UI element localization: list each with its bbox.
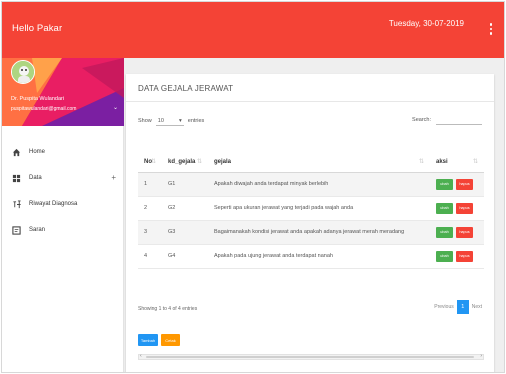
edit-button[interactable]: ubah [436,226,453,238]
sort-icon[interactable]: ⇅ [419,158,424,165]
cell-no: 2 [138,196,162,221]
user-profile-panel: Dr. Puspita Wulandari puspitawulandari@g… [2,58,124,126]
expand-plus-icon[interactable]: + [111,173,116,182]
user-name: Dr. Puspita Wulandari [11,96,65,102]
user-email: puspitawulandari@gmail.com [11,106,77,112]
grid-icon [11,173,22,183]
sidebar-item-data[interactable]: Data + [2,165,124,191]
app-brand[interactable]: Hello Pakar [12,23,62,34]
cell-kd-gejala: G3 [162,220,208,245]
cell-aksi: ubah hapus [430,172,484,197]
more-vert-icon[interactable] [486,21,496,39]
table-info: Showing 1 to 4 of 4 entries [138,306,198,312]
table-row: 1 G1 Apakah diwajah anda terdapat minyak… [138,172,484,197]
cell-gejala: Bagaimanakah kondisi jerawat anda apakah… [208,220,430,245]
delete-button[interactable]: hapus [456,178,473,190]
search-control: Search: [412,114,482,125]
table-row: 3 G3 Bagaimanakah kondisi jerawat anda a… [138,220,484,245]
cell-gejala: Seperti apa ukuran jerawat yang terjadi … [208,196,430,221]
sidebar: Dr. Puspita Wulandari puspitawulandari@g… [2,58,124,372]
sidebar-item-home[interactable]: Home [2,139,124,165]
scroll-left-icon[interactable]: ‹ [140,353,142,359]
top-navbar: Hello Pakar Tuesday, 30-07-2019 [2,2,504,58]
column-header-no[interactable]: No ⇅ [138,152,162,173]
current-date: Tuesday, 30-07-2019 [388,19,464,28]
card-title: DATA GEJALA JERAWAT [138,84,234,93]
scrollbar-thumb[interactable] [146,356,474,358]
delete-button[interactable]: hapus [456,202,473,214]
sort-icon[interactable]: ⇅ [197,158,202,165]
edit-button[interactable]: ubah [436,202,453,214]
data-card: DATA GEJALA JERAWAT Show 10 ▾ entries Se… [126,74,494,372]
dropdown-arrow-icon: ▾ [179,117,182,124]
cell-kd-gejala: G1 [162,172,208,197]
column-header-gejala[interactable]: gejala ⇅ [208,152,430,173]
edit-button[interactable]: ubah [436,250,453,262]
sidebar-menu: Home Data + Riwayat Diagnosa Saran [2,139,124,243]
cell-gejala: Apakah diwajah anda terdapat minyak berl… [208,172,430,197]
table-header-row: No ⇅ kd_gejala ⇅ gejala ⇅ aksi ⇅ [138,152,484,173]
page-1-button[interactable]: 1 [456,300,469,314]
entries-control: Show 10 ▾ entries [138,116,204,126]
sort-icon[interactable]: ⇅ [151,158,156,165]
entries-select[interactable]: 10 ▾ [155,116,184,126]
sidebar-item-label: Riwayat Diagnosa [29,201,78,207]
cell-kd-gejala: G4 [162,244,208,269]
avatar[interactable] [11,60,35,84]
sidebar-item-label: Saran [29,227,46,233]
previous-page-link[interactable]: Previous [434,304,453,310]
gejala-table: No ⇅ kd_gejala ⇅ gejala ⇅ aksi ⇅ 1 G1 Apakah… [138,152,484,269]
sidebar-item-riwayat-diagnosa[interactable]: Riwayat Diagnosa [2,191,124,217]
cell-no: 3 [138,220,162,245]
message-icon [11,225,22,235]
cell-no: 1 [138,172,162,197]
sidebar-item-saran[interactable]: Saran [2,217,124,243]
sort-icon[interactable]: ⇅ [473,158,478,165]
cell-aksi: ubah hapus [430,220,484,245]
history-icon [11,199,22,209]
table-row: 2 G2 Seperti apa ukuran jerawat yang ter… [138,196,484,221]
edit-button[interactable]: ubah [436,178,453,190]
divider [126,101,494,102]
sidebar-item-label: Data [29,175,42,181]
print-button[interactable]: Cetak [161,334,180,346]
search-label: Search: [412,116,431,123]
chevron-down-icon[interactable]: ⌄ [113,104,118,111]
delete-button[interactable]: hapus [456,226,473,238]
search-input[interactable] [436,114,482,125]
table-row: 4 G4 Apakah pada ujung jerawat anda terd… [138,244,484,269]
delete-button[interactable]: hapus [456,250,473,262]
app-window: Hello Pakar Tuesday, 30-07-2019 Dr. Pusp… [1,1,505,373]
cell-aksi: ubah hapus [430,244,484,269]
cell-gejala: Apakah pada ujung jerawat anda terdapat … [208,244,430,269]
show-label: Show [138,118,152,124]
horizontal-scrollbar[interactable]: ‹ › [138,353,484,360]
cell-aksi: ubah hapus [430,196,484,221]
next-page-link[interactable]: Next [472,304,482,310]
entries-value: 10 [157,117,164,124]
entries-label: entries [187,118,205,124]
cell-no: 4 [138,244,162,269]
column-header-kd-gejala[interactable]: kd_gejala ⇅ [162,152,208,173]
column-header-aksi[interactable]: aksi ⇅ [430,152,484,173]
action-buttons: Tambah Cetak [138,334,180,346]
add-button[interactable]: Tambah [138,334,158,346]
pagination: Previous 1 Next [434,300,482,314]
sidebar-item-label: Home [29,149,46,155]
home-icon [11,147,22,157]
cell-kd-gejala: G2 [162,196,208,221]
scroll-right-icon[interactable]: › [480,353,482,359]
